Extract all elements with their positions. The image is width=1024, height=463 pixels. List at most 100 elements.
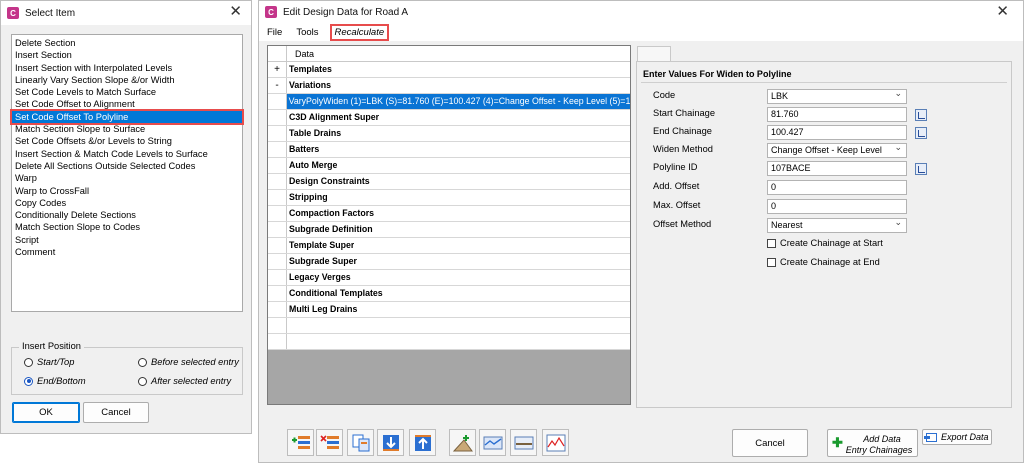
pick-polyline-icon[interactable] xyxy=(915,163,927,175)
list-item[interactable]: Warp to CrossFall xyxy=(12,185,242,197)
list-item[interactable]: Copy Codes xyxy=(12,197,242,209)
checkbox[interactable] xyxy=(767,257,776,267)
profile-view-icon[interactable] xyxy=(542,429,569,456)
ok-button[interactable]: OK xyxy=(12,402,80,423)
panel-heading: Enter Values For Widen to Polyline xyxy=(643,69,792,79)
expand-toggle[interactable]: - xyxy=(268,78,287,93)
list-item[interactable]: Delete Section xyxy=(12,37,242,49)
menu-recalculate[interactable]: Recalculate xyxy=(329,23,390,41)
list-item[interactable]: Set Code Offsets &/or Levels to String xyxy=(12,135,242,147)
table-row[interactable]: Template Super xyxy=(268,238,630,254)
list-item[interactable]: Match Section Slope to Codes xyxy=(12,221,242,233)
table-row[interactable]: Design Constraints xyxy=(268,174,630,190)
table-row[interactable]: VaryPolyWiden (1)=LBK (S)=81.760 (E)=100… xyxy=(268,94,630,110)
menu-file[interactable]: File xyxy=(267,27,282,38)
insert-position-legend: Insert Position xyxy=(19,341,84,351)
cancel-button[interactable]: Cancel xyxy=(83,402,149,423)
cancel-button[interactable]: Cancel xyxy=(732,429,808,457)
table-row[interactable]: Batters xyxy=(268,142,630,158)
move-down-icon[interactable] xyxy=(377,429,404,456)
radio-button[interactable] xyxy=(24,357,33,367)
add-offset-field[interactable]: 0 xyxy=(767,180,907,195)
list-item[interactable]: Match Section Slope to Surface xyxy=(12,123,242,135)
table-row[interactable]: Legacy Verges xyxy=(268,270,630,286)
table-row[interactable] xyxy=(268,318,630,334)
add-data-entry-chainages-button[interactable]: ✚ Add Data Entry Chainages xyxy=(827,429,918,457)
start-chainage-field[interactable]: 81.760 xyxy=(767,107,907,122)
list-item[interactable]: Conditionally Delete Sections xyxy=(12,209,242,221)
table-row[interactable]: Table Drains xyxy=(268,126,630,142)
radio-start-top[interactable]: Start/Top xyxy=(24,357,74,367)
table-row[interactable]: Compaction Factors xyxy=(268,206,630,222)
end-chainage-field[interactable]: 100.427 xyxy=(767,125,907,140)
table-row[interactable]: Subgrade Super xyxy=(268,254,630,270)
app-icon: C xyxy=(265,6,277,18)
table-row[interactable]: - Variations xyxy=(268,78,630,94)
template-view-icon[interactable] xyxy=(510,429,537,456)
table-row[interactable]: Auto Merge xyxy=(268,158,630,174)
add-variation-icon[interactable] xyxy=(449,429,476,456)
radio-after-selected[interactable]: After selected entry xyxy=(138,376,231,386)
list-item[interactable]: Set Code Levels to Match Surface xyxy=(12,86,242,98)
move-up-icon[interactable] xyxy=(409,429,436,456)
offset-method-combo[interactable]: Nearest xyxy=(767,216,907,233)
radio-before-selected[interactable]: Before selected entry xyxy=(138,357,239,367)
list-item[interactable]: Set Code Offset To Polyline xyxy=(10,108,244,126)
create-chainage-end-option[interactable]: Create Chainage at End xyxy=(767,257,880,267)
list-item[interactable]: Set Code Offset to Alignment xyxy=(12,98,242,110)
widen-method-combo[interactable]: Change Offset - Keep Level xyxy=(767,141,907,158)
list-item[interactable]: Linearly Vary Section Slope &/or Width xyxy=(12,74,242,86)
radio-button[interactable] xyxy=(138,357,147,367)
table-row[interactable] xyxy=(268,334,630,350)
grid-cell xyxy=(287,318,289,333)
design-data-grid[interactable]: Data + Templates - Variations VaryPolyWiden … xyxy=(267,45,631,405)
table-row[interactable]: Multi Leg Drains xyxy=(268,302,630,318)
expand-toggle[interactable]: + xyxy=(268,62,287,77)
pick-chainage-icon[interactable] xyxy=(915,109,927,121)
close-icon[interactable]: ✕ xyxy=(996,3,1009,21)
table-row[interactable]: C3D Alignment Super xyxy=(268,110,630,126)
pick-chainage-icon[interactable] xyxy=(915,127,927,139)
list-item[interactable]: Insert Section xyxy=(12,49,242,61)
checkbox[interactable] xyxy=(767,238,776,248)
list-item[interactable]: Warp xyxy=(12,172,242,184)
list-item[interactable]: Comment xyxy=(12,246,242,258)
checkbox-label: Create Chainage at End xyxy=(780,257,880,267)
menu-tools[interactable]: Tools xyxy=(296,27,318,38)
create-chainage-start-option[interactable]: Create Chainage at Start xyxy=(767,238,883,248)
radio-label: After selected entry xyxy=(151,376,232,386)
table-row[interactable]: + Templates xyxy=(268,62,630,78)
delete-row-icon[interactable] xyxy=(316,429,343,456)
edit-design-data-window: C Edit Design Data for Road A ✕ File Too… xyxy=(258,0,1024,463)
grid-cell: Compaction Factors xyxy=(289,208,375,218)
radio-label: Before selected entry xyxy=(151,357,239,367)
select-item-dialog: C Select Item ✕ Delete Section Insert Sec… xyxy=(0,0,252,434)
grid-cell: Design Constraints xyxy=(289,176,370,186)
radio-button-checked[interactable] xyxy=(24,376,33,386)
list-item[interactable]: Script xyxy=(12,234,242,246)
close-icon[interactable]: ✕ xyxy=(229,3,242,21)
row-gutter xyxy=(268,190,287,205)
list-item[interactable]: Insert Section with Interpolated Levels xyxy=(12,62,242,74)
panel-tab[interactable] xyxy=(637,46,671,62)
copy-row-icon[interactable] xyxy=(347,429,374,456)
polyline-id-label: Polyline ID xyxy=(653,162,698,172)
grid-cell: Templates xyxy=(289,64,332,74)
table-row[interactable]: Stripping xyxy=(268,190,630,206)
table-row[interactable]: Conditional Templates xyxy=(268,286,630,302)
panel-divider xyxy=(641,82,1007,83)
list-item[interactable]: Delete All Sections Outside Selected Cod… xyxy=(12,160,242,172)
row-gutter xyxy=(268,142,287,157)
export-data-button[interactable]: Export Data xyxy=(922,429,992,445)
code-combo[interactable]: LBK xyxy=(767,87,907,104)
select-item-titlebar: C Select Item ✕ xyxy=(1,1,251,25)
max-offset-field[interactable]: 0 xyxy=(767,199,907,214)
item-list[interactable]: Delete Section Insert Section Insert Secti… xyxy=(10,34,244,312)
radio-end-bottom[interactable]: End/Bottom xyxy=(24,376,86,386)
polyline-id-field[interactable]: 107BACE xyxy=(767,161,907,176)
radio-button[interactable] xyxy=(138,376,147,386)
list-item[interactable]: Insert Section & Match Code Levels to Su… xyxy=(12,148,242,160)
section-view-icon[interactable] xyxy=(479,429,506,456)
add-row-icon[interactable] xyxy=(287,429,314,456)
table-row[interactable]: Subgrade Definition xyxy=(268,222,630,238)
